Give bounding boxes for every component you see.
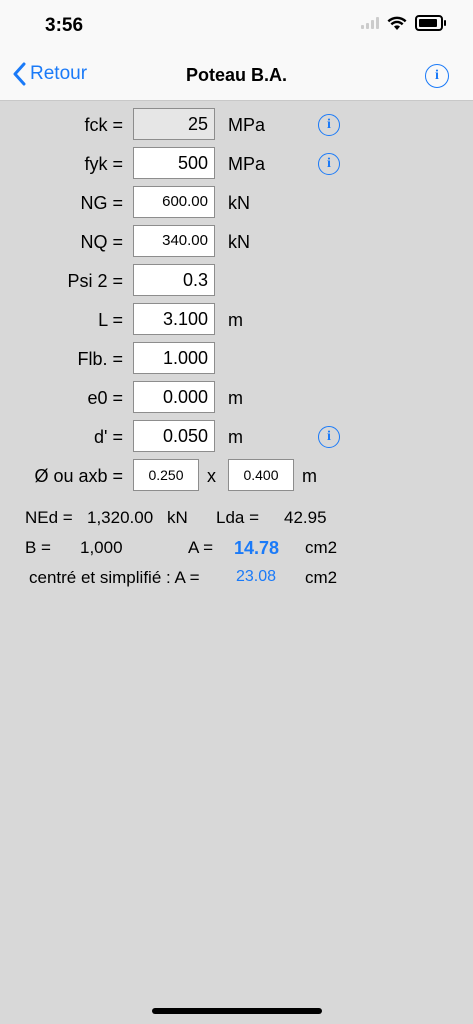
flb-label: Flb. = [77, 349, 123, 369]
dim-label: Ø ou axb = [34, 466, 123, 486]
a-label: A = [188, 538, 214, 557]
ng-field[interactable]: 600.00 [133, 186, 215, 218]
info-icon[interactable]: i [318, 426, 340, 448]
fyk-field[interactable]: 500 [133, 147, 215, 179]
l-unit: m [228, 310, 243, 330]
nq-field[interactable]: 340.00 [133, 225, 215, 257]
simplified-label: centré et simplifié : A = [29, 568, 200, 587]
ng-unit: kN [228, 193, 250, 213]
row-ng: NG = 600.00 kN [0, 186, 473, 220]
e0-unit: m [228, 388, 243, 408]
fck-label: fck = [84, 115, 123, 135]
simplified-value: 23.08 [236, 568, 277, 585]
wifi-icon [387, 16, 407, 30]
dim-a-field[interactable]: 0.250 [133, 459, 199, 491]
results-line-a: B = 1,000 A = 14.78 cm2 [0, 538, 473, 562]
ned-unit: kN [167, 508, 188, 527]
l-field[interactable]: 3.100 [133, 303, 215, 335]
row-e0: e0 = 0.000 m [0, 381, 473, 415]
results-line-ned: NEd = 1,320.00 kN Lda = 42.95 [0, 508, 473, 532]
ned-value: 1,320.00 [87, 508, 154, 527]
page-title: Poteau B.A. [185, 65, 287, 85]
fck-unit: MPa [228, 115, 266, 135]
row-dimensions: Ø ou axb = 0.250 x 0.400 m [0, 459, 473, 493]
ng-label: NG = [80, 193, 123, 213]
psi2-label: Psi 2 = [67, 271, 123, 291]
battery-icon [415, 15, 446, 31]
row-d: d' = 0.050 m i [0, 420, 473, 454]
dim-b-field[interactable]: 0.400 [228, 459, 294, 491]
fyk-unit: MPa [228, 154, 266, 174]
d-field[interactable]: 0.050 [133, 420, 215, 452]
fck-field[interactable]: 25 [133, 108, 215, 140]
signal-icon [361, 17, 379, 29]
psi2-field[interactable]: 0.3 [133, 264, 215, 296]
e0-label: e0 = [87, 388, 123, 408]
dim-unit: m [302, 466, 317, 486]
l-label: L = [98, 310, 123, 330]
a-unit: cm2 [305, 538, 338, 557]
lda-label: Lda = [216, 508, 260, 527]
nq-unit: kN [228, 232, 250, 252]
row-flb: Flb. = 1.000 [0, 342, 473, 376]
nq-label: NQ = [80, 232, 123, 252]
a-value: 14.78 [234, 538, 280, 558]
b-value: 1,000 [80, 538, 123, 557]
e0-field[interactable]: 0.000 [133, 381, 215, 413]
d-unit: m [228, 427, 243, 447]
row-fyk: fyk = 500 MPa i [0, 147, 473, 181]
b-label: B = [25, 538, 51, 557]
flb-field[interactable]: 1.000 [133, 342, 215, 374]
info-icon[interactable]: i [318, 153, 340, 175]
home-indicator [152, 1008, 322, 1014]
results-line-simplified: centré et simplifié : A = 23.08 cm2 [0, 568, 473, 592]
info-icon[interactable]: i [425, 64, 449, 88]
status-bar: 3:56 [0, 0, 473, 52]
nav-bar: Retour Poteau B.A. i [0, 52, 473, 101]
row-psi2: Psi 2 = 0.3 [0, 264, 473, 298]
d-label: d' = [94, 427, 123, 447]
fyk-label: fyk = [84, 154, 123, 174]
row-nq: NQ = 340.00 kN [0, 225, 473, 259]
row-fck: fck = 25 MPa i [0, 108, 473, 142]
ned-label: NEd = [25, 508, 73, 527]
info-icon[interactable]: i [318, 114, 340, 136]
lda-value: 42.95 [284, 508, 327, 527]
status-time: 3:56 [45, 15, 84, 36]
simplified-unit: cm2 [305, 568, 338, 587]
dim-separator: x [207, 466, 216, 486]
row-l: L = 3.100 m [0, 303, 473, 337]
